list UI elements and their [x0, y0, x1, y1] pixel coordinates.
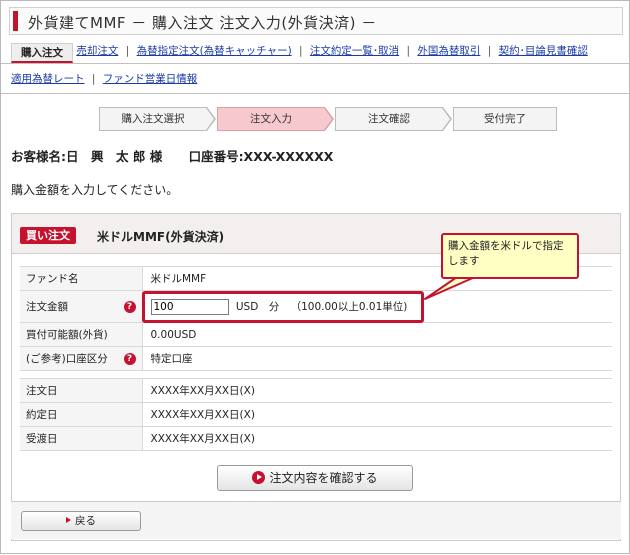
confirm-button-label: 注文内容を確認する — [269, 471, 378, 485]
help-icon[interactable]: ? — [123, 352, 136, 365]
step-arrow-fill — [324, 108, 332, 130]
row-label: 買付可能額(外貨) — [20, 322, 143, 347]
table-row: 受渡日 XXXX年XX月XX日(X) — [20, 426, 612, 451]
help-icon[interactable]: ? — [123, 300, 136, 313]
settlement-date-value: XXXX年XX月XX日(X) — [142, 426, 612, 451]
step-select-order: 購入注文選択 — [99, 107, 207, 131]
order-date-value: XXXX年XX月XX日(X) — [142, 378, 612, 403]
nav-link-fx-rate[interactable]: 適用為替レート — [11, 73, 85, 85]
back-button-label: 戻る — [75, 515, 96, 527]
nav-divider — [1, 63, 630, 64]
row-label: 注文日 — [20, 378, 143, 403]
step-order-confirm: 注文確認 — [335, 107, 443, 131]
instruction-text: 購入金額を入力してください。 — [11, 183, 179, 197]
account-number: 口座番号:XXX-XXXXXX — [188, 149, 334, 164]
title-accent-bar — [13, 11, 18, 31]
row-label: 約定日 — [20, 402, 143, 427]
fund-heading: 米ドルMMF(外貨決済) — [97, 230, 225, 244]
row-label: ファンド名 — [20, 266, 143, 291]
buy-order-badge: 買い注文 — [20, 227, 76, 244]
tab-buy-order[interactable]: 購入注文 — [11, 43, 73, 63]
nav-row-2: 適用為替レート | ファンド営業日情報 — [11, 71, 197, 89]
nav-link-sell-order[interactable]: 売却注文 — [76, 45, 118, 57]
available-amount-value: 0.00USD — [142, 322, 612, 347]
table-row: (ご参考)口座区分 ? 特定口座 — [20, 346, 612, 371]
nav-link-prospectus[interactable]: 契約･目論見書確認 — [499, 45, 588, 57]
back-bar: 戻る — [11, 501, 621, 539]
page-frame: 外貨建てMMF － 購入注文 注文入力(外貨決済) － 購入注文 売却注文 | … — [0, 0, 630, 554]
table-row: 買付可能額(外貨) 0.00USD — [20, 322, 612, 347]
nav-separator: | — [406, 45, 411, 57]
customer-name: お客様名:日 興 太 郎 様 — [11, 149, 163, 164]
nav-separator: | — [91, 73, 96, 85]
title-bar: 外貨建てMMF － 購入注文 注文入力(外貨決済) － — [9, 7, 623, 35]
nav-divider — [1, 93, 630, 94]
trade-date-value: XXXX年XX月XX日(X) — [142, 402, 612, 427]
row-label: 受渡日 — [20, 426, 143, 451]
table-row: 注文日 XXXX年XX月XX日(X) — [20, 378, 612, 403]
date-table: 注文日 XXXX年XX月XX日(X) 約定日 XXXX年XX月XX日(X) 受渡… — [20, 378, 612, 451]
amount-highlight-box — [142, 291, 424, 323]
step-arrow-fill — [442, 108, 450, 130]
nav-link-fx-trading[interactable]: 外国為替取引 — [417, 45, 480, 57]
confirm-order-button[interactable]: 注文内容を確認する — [217, 465, 413, 491]
nav-link-order-list[interactable]: 注文約定一覧･取消 — [310, 45, 399, 57]
account-type-value: 特定口座 — [142, 346, 612, 371]
triangle-right-icon — [66, 517, 71, 523]
row-label: (ご参考)口座区分 ? — [20, 346, 143, 371]
nav-link-fund-calendar[interactable]: ファンド営業日情報 — [103, 73, 198, 85]
nav-link-fx-catcher[interactable]: 為替指定注文(為替キャッチャー) — [137, 45, 292, 57]
nav-row-1: 購入注文 売却注文 | 為替指定注文(為替キャッチャー) | 注文約定一覧･取消… — [11, 43, 588, 63]
nav-separator: | — [299, 45, 303, 57]
annotation-callout: 購入金額を米ドルで指定します — [441, 233, 579, 279]
step-complete: 受付完了 — [453, 107, 557, 131]
step-arrow-fill — [206, 108, 214, 130]
step-order-input: 注文入力 — [217, 107, 325, 131]
row-label: 注文金額 ? — [20, 290, 143, 323]
page-title: 外貨建てMMF － 購入注文 注文入力(外貨決済) － — [28, 14, 377, 32]
play-circle-icon — [252, 471, 266, 484]
nav-separator: | — [487, 45, 492, 57]
customer-info: お客様名:日 興 太 郎 様 口座番号:XXX-XXXXXX — [11, 146, 333, 165]
back-button[interactable]: 戻る — [21, 511, 141, 531]
table-row: 約定日 XXXX年XX月XX日(X) — [20, 402, 612, 427]
nav-separator: | — [125, 45, 130, 57]
